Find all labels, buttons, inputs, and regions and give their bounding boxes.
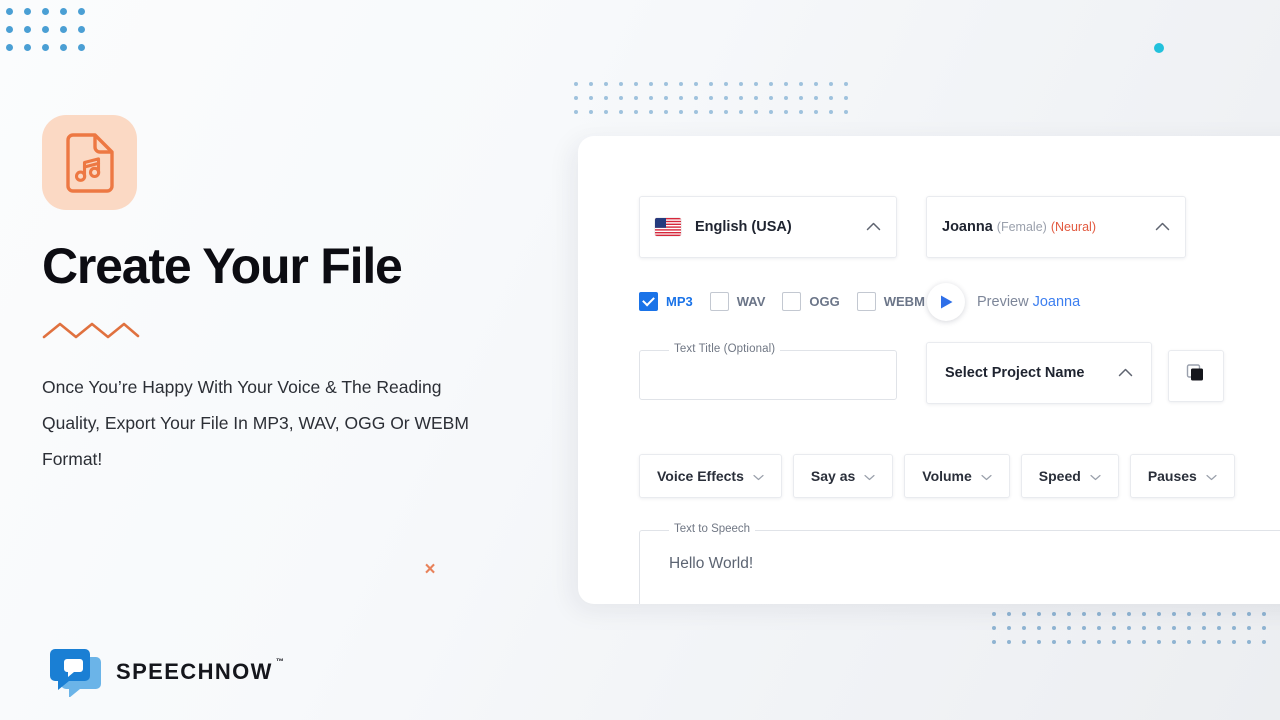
checkbox-ogg[interactable] <box>782 292 802 311</box>
chevron-down-icon <box>753 468 764 484</box>
checkbox-wav[interactable] <box>709 292 729 311</box>
tool-buttons: Voice Effects Say as Volume Speed Pauses <box>639 454 1246 498</box>
chevron-up-icon <box>866 218 881 236</box>
language-select[interactable]: English (USA) <box>639 196 897 258</box>
chevron-up-icon <box>1118 364 1133 382</box>
preview-label: Preview Joanna <box>977 294 1080 310</box>
page-title: Create Your File <box>42 238 403 294</box>
format-option-ogg[interactable]: OGG <box>782 292 840 311</box>
chevron-down-icon <box>981 468 992 484</box>
pauses-label: Pauses <box>1147 468 1197 484</box>
format-label-webm: WEBM <box>883 294 925 309</box>
preview-voice-button[interactable]: Preview Joanna <box>927 283 1080 321</box>
app-preview-panel: English (USA) Joanna (Female) (Neural) M… <box>578 136 1280 604</box>
dot-grid-top-middle <box>574 82 859 124</box>
copy-icon <box>1185 363 1207 390</box>
audio-file-icon <box>42 115 137 210</box>
format-options: MP3 WAV OGG WEBM <box>639 292 942 311</box>
speechnow-mark-icon <box>50 649 101 697</box>
text-title-field[interactable]: Text Title (Optional) <box>639 343 897 400</box>
zigzag-divider <box>42 322 140 338</box>
text-to-speech-value: Hello World! <box>669 555 754 572</box>
dot-grid-bottom-right <box>992 612 1277 654</box>
chevron-down-icon <box>1206 468 1217 484</box>
speed-button[interactable]: Speed <box>1020 454 1119 498</box>
volume-button[interactable]: Volume <box>904 454 1010 498</box>
text-to-speech-input[interactable]: Text to Speech Hello World! <box>639 523 1280 604</box>
teal-accent-dot <box>1154 43 1164 53</box>
language-label: English (USA) <box>695 219 792 235</box>
voice-select[interactable]: Joanna (Female) (Neural) <box>926 196 1186 258</box>
say-as-label: Say as <box>810 468 856 484</box>
copy-button[interactable] <box>1168 350 1224 402</box>
checkbox-mp3[interactable] <box>639 292 658 311</box>
format-option-wav[interactable]: WAV <box>709 292 766 311</box>
format-label-ogg: OGG <box>809 294 840 309</box>
brand-name-text: SPEECHNOW <box>116 659 273 684</box>
brand-logo: SPEECHNOW ™ <box>47 647 284 697</box>
hero-section: Create Your File Once You’re Happy With … <box>42 115 512 477</box>
hero-description: Once You’re Happy With Your Voice & The … <box>42 376 469 469</box>
dot-grid-top-left <box>6 8 96 62</box>
checkbox-webm[interactable] <box>856 292 876 311</box>
chevron-down-icon <box>1090 468 1101 484</box>
text-title-legend: Text Title (Optional) <box>669 343 781 355</box>
volume-label: Volume <box>922 468 972 484</box>
chevron-up-icon <box>1155 218 1170 236</box>
play-icon[interactable] <box>927 283 965 321</box>
speed-label: Speed <box>1038 468 1081 484</box>
brand-name: SPEECHNOW ™ <box>116 657 284 685</box>
voice-gender: (Female) <box>996 220 1047 234</box>
us-flag-icon <box>655 218 681 236</box>
chevron-down-icon <box>864 468 875 484</box>
format-option-webm[interactable]: WEBM <box>856 292 925 311</box>
format-label-wav: WAV <box>736 294 766 309</box>
text-to-speech-legend: Text to Speech <box>669 523 756 535</box>
voice-effects-button[interactable]: Voice Effects <box>639 454 782 498</box>
voice-effects-label: Voice Effects <box>657 468 744 484</box>
preview-voice-name: Joanna <box>1032 294 1081 310</box>
say-as-button[interactable]: Say as <box>792 454 894 498</box>
trademark-symbol: ™ <box>275 657 284 666</box>
pauses-button[interactable]: Pauses <box>1129 454 1235 498</box>
voice-label: Joanna (Female) (Neural) <box>942 219 1147 235</box>
project-label: Select Project Name <box>945 365 1085 381</box>
promo-screenshot: × Create Your File Once You’re Happy Wit… <box>0 0 1280 720</box>
preview-prefix: Preview <box>977 294 1029 310</box>
voice-name: Joanna <box>942 219 993 235</box>
voice-engine: (Neural) <box>1050 220 1096 234</box>
format-label-mp3: MP3 <box>666 294 693 309</box>
format-option-mp3[interactable]: MP3 <box>639 292 693 311</box>
close-icon: × <box>424 559 436 580</box>
project-select[interactable]: Select Project Name <box>926 342 1152 404</box>
